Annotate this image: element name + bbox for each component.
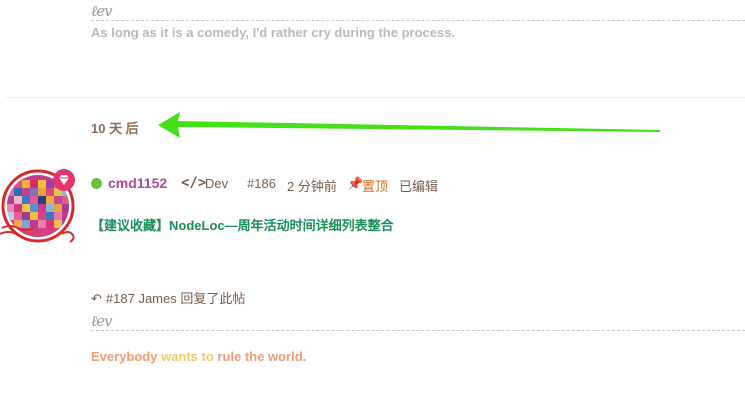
time-gap-label: 10 天 后 bbox=[91, 121, 139, 136]
username-link[interactable]: cmd1152 bbox=[108, 175, 167, 191]
quote-part: wants to bbox=[157, 349, 218, 364]
signature-quote: Everybody wants to rule the world. bbox=[91, 349, 306, 364]
signature-quote: As long as it is a comedy, I'd rather cr… bbox=[91, 25, 456, 40]
pin-icon: 📌 bbox=[347, 176, 364, 191]
pinned-label: 置顶 bbox=[362, 179, 389, 194]
diamond-badge-icon bbox=[53, 169, 75, 191]
reply-text: #187 James 回复了此帖 bbox=[105, 291, 246, 306]
signature-divider bbox=[91, 20, 745, 21]
signature-scribble-icon: ℓev bbox=[91, 2, 113, 20]
post-time[interactable]: 2 分钟前 bbox=[287, 176, 337, 195]
edited-label[interactable]: 已编辑 bbox=[399, 176, 438, 195]
avatar[interactable] bbox=[0, 168, 84, 248]
signature-scribble-icon: ℓev bbox=[91, 312, 113, 330]
code-icon: </> bbox=[181, 175, 207, 191]
reply-info[interactable]: ↶ #187 James 回复了此帖 bbox=[91, 288, 245, 307]
pinned-badge: 📌 bbox=[347, 176, 363, 192]
post-number[interactable]: #186 bbox=[247, 176, 276, 191]
post-divider bbox=[6, 97, 745, 98]
signature-divider bbox=[91, 330, 745, 331]
online-status-dot bbox=[91, 178, 102, 189]
quote-part: Everybody bbox=[91, 349, 158, 364]
green-arrow-icon bbox=[158, 112, 660, 138]
reply-arrow-icon: ↶ bbox=[91, 291, 102, 306]
post-title-link[interactable]: 【建议收藏】NodeLoc—周年活动时间详细列表整合 bbox=[91, 215, 394, 234]
quote-part: rule the world. bbox=[217, 349, 307, 364]
user-role: Dev bbox=[205, 176, 229, 191]
